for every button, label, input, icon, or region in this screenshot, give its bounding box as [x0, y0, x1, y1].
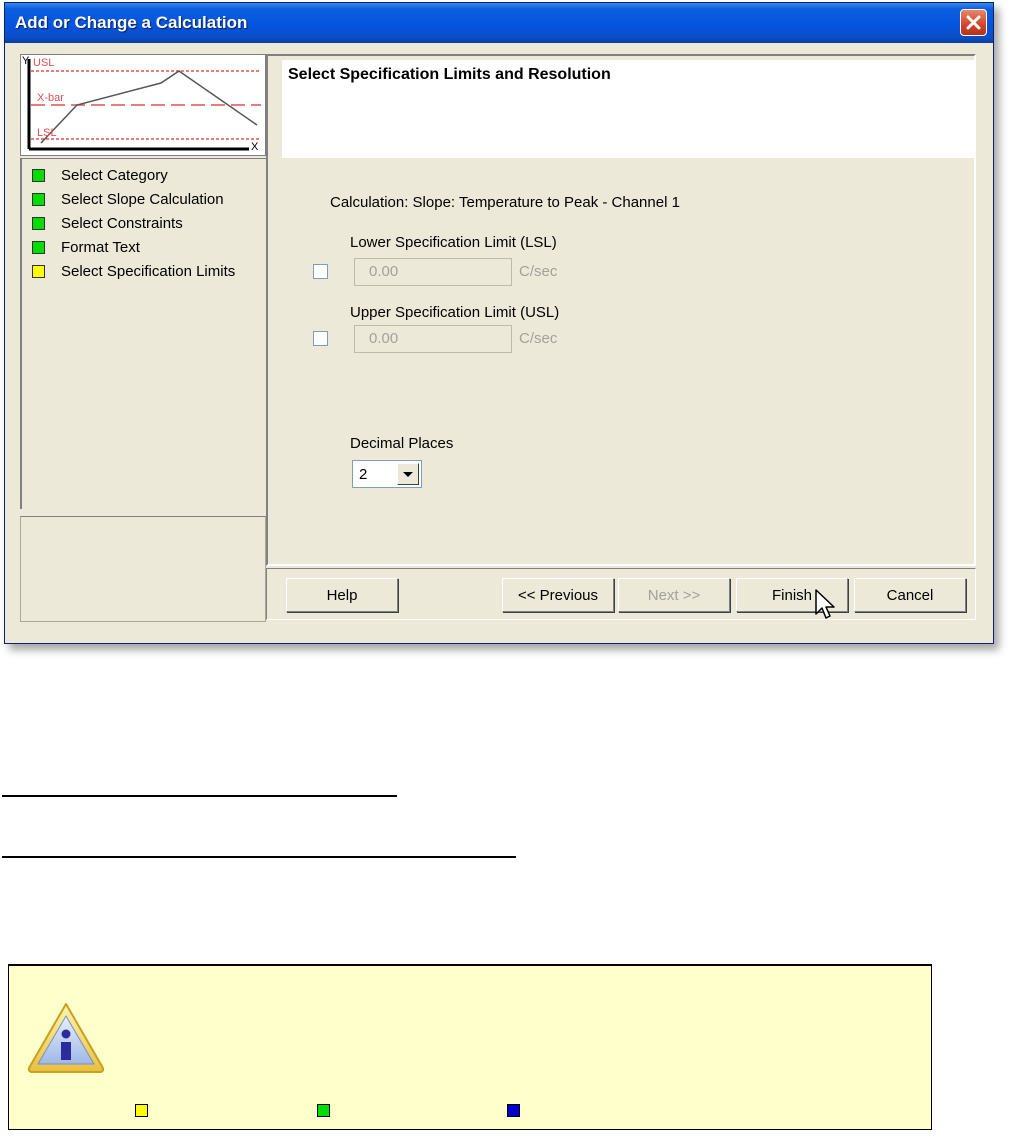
close-icon — [966, 15, 981, 30]
chart-thumbnail: Y X USL X-bar LSL — [20, 54, 266, 156]
dropdown-arrow-button[interactable] — [397, 463, 419, 485]
lsl-unit: C/sec — [519, 263, 558, 280]
wizard-steps: Select Category Select Slope Calculation… — [20, 158, 267, 509]
decimal-places-label: Decimal Places — [350, 435, 454, 452]
decimal-places-select[interactable]: 2 — [352, 460, 422, 488]
legend-square — [135, 1104, 148, 1117]
y-axis-label: Y — [22, 55, 30, 67]
page-title: Select Specification Limits and Resoluti… — [288, 66, 611, 83]
spc-chart-icon — [27, 59, 261, 151]
step-status-icon — [32, 192, 45, 206]
title-bar[interactable]: Add or Change a Calculation — [5, 3, 993, 43]
usl-label: USL — [33, 57, 55, 69]
usl-input[interactable]: 0.00 — [354, 325, 512, 353]
lsl-input[interactable]: 0.00 — [354, 258, 512, 286]
info-icon — [27, 1003, 105, 1073]
step-label: Select Category — [61, 166, 168, 184]
chevron-down-icon — [403, 472, 413, 477]
divider-line — [2, 856, 516, 858]
window-title: Add or Change a Calculation — [15, 13, 248, 32]
legend-square — [507, 1104, 520, 1117]
xbar-label: X-bar — [37, 92, 64, 104]
info-panel — [20, 516, 266, 622]
x-axis-label: X — [251, 141, 259, 153]
decimal-places-value: 2 — [359, 466, 368, 483]
next-button[interactable]: Next >> — [618, 578, 730, 612]
step-status-icon — [32, 168, 45, 182]
lsl-checkbox[interactable] — [313, 264, 328, 279]
step-label: Select Slope Calculation — [61, 190, 224, 208]
step-status-icon — [32, 216, 45, 230]
note-box — [8, 964, 932, 1130]
step-format-text[interactable]: Format Text — [32, 237, 140, 257]
close-button[interactable] — [960, 9, 987, 36]
step-select-category[interactable]: Select Category — [32, 165, 168, 185]
usl-label-text: Upper Specification Limit (USL) — [350, 304, 560, 321]
usl-checkbox[interactable] — [313, 331, 328, 346]
step-label: Format Text — [61, 238, 140, 256]
step-label: Select Specification Limits — [61, 262, 236, 280]
help-button[interactable]: Help — [286, 578, 398, 612]
step-status-icon — [32, 264, 45, 278]
mouse-cursor-icon — [815, 589, 835, 619]
divider-line — [2, 795, 397, 797]
lsl-label-text: Lower Specification Limit (LSL) — [350, 234, 557, 251]
step-select-specification-limits[interactable]: Select Specification Limits — [32, 261, 235, 281]
usl-unit: C/sec — [519, 330, 558, 347]
cancel-button[interactable]: Cancel — [854, 578, 966, 612]
step-label: Select Constraints — [61, 214, 183, 232]
previous-button[interactable]: << Previous — [502, 578, 614, 612]
step-select-slope-calculation[interactable]: Select Slope Calculation — [32, 189, 224, 209]
legend-square — [317, 1104, 330, 1117]
calculation-description: Calculation: Slope: Temperature to Peak … — [330, 194, 680, 211]
step-select-constraints[interactable]: Select Constraints — [32, 213, 183, 233]
lsl-label: LSL — [37, 127, 57, 139]
step-status-icon — [32, 240, 45, 254]
